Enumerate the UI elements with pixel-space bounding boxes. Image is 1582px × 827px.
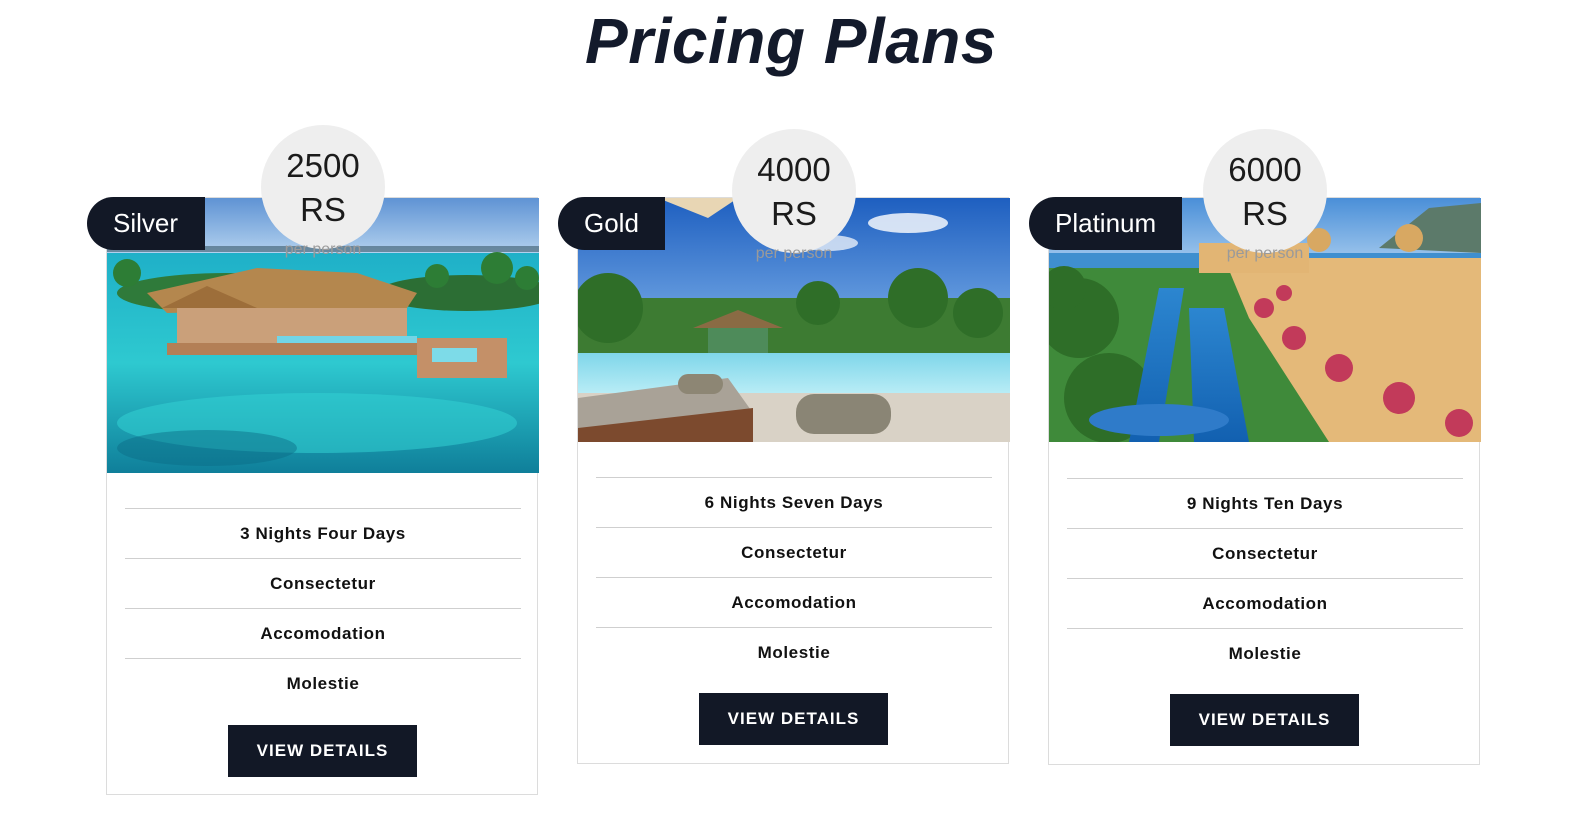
price-currency: RS bbox=[300, 191, 346, 228]
feature-item-duration: 9 Nights Ten Days bbox=[1067, 478, 1463, 528]
pricing-card-gold: 6 Nights Seven Days Consectetur Accomoda… bbox=[577, 197, 1010, 764]
tier-badge-platinum: Platinum bbox=[1029, 197, 1182, 250]
price-note: per person bbox=[755, 245, 833, 262]
view-details-button[interactable]: VIEW DETAILS bbox=[1170, 694, 1359, 746]
price-currency: RS bbox=[771, 195, 817, 232]
pricing-card-silver: 3 Nights Four Days Consectetur Accomodat… bbox=[106, 197, 539, 795]
feature-list: 6 Nights Seven Days Consectetur Accomoda… bbox=[596, 477, 992, 677]
price-note: per person bbox=[1226, 245, 1304, 262]
feature-item: Consectetur bbox=[596, 527, 992, 577]
pricing-card-platinum: 9 Nights Ten Days Consectetur Accomodati… bbox=[1048, 197, 1481, 765]
feature-item: Accomodation bbox=[1067, 578, 1463, 628]
feature-item: Molestie bbox=[596, 627, 992, 677]
view-details-button[interactable]: VIEW DETAILS bbox=[699, 693, 888, 745]
tier-badge-silver: Silver bbox=[87, 197, 205, 250]
feature-list: 9 Nights Ten Days Consectetur Accomodati… bbox=[1067, 478, 1463, 678]
feature-list: 3 Nights Four Days Consectetur Accomodat… bbox=[125, 508, 521, 708]
feature-item: Accomodation bbox=[125, 608, 521, 658]
price-amount: 2500 bbox=[286, 147, 360, 184]
tier-badge-gold: Gold bbox=[558, 197, 665, 250]
price-note: per person bbox=[284, 241, 362, 258]
feature-item: Consectetur bbox=[125, 558, 521, 608]
feature-item: Consectetur bbox=[1067, 528, 1463, 578]
feature-item: Accomodation bbox=[596, 577, 992, 627]
feature-item-duration: 3 Nights Four Days bbox=[125, 508, 521, 558]
feature-item: Molestie bbox=[1067, 628, 1463, 678]
price-amount: 6000 bbox=[1228, 151, 1302, 188]
view-details-button[interactable]: VIEW DETAILS bbox=[228, 725, 417, 777]
price-circle-silver: 2500 RS per person bbox=[261, 125, 385, 258]
price-currency: RS bbox=[1242, 195, 1288, 232]
feature-item: Molestie bbox=[125, 658, 521, 708]
feature-item-duration: 6 Nights Seven Days bbox=[596, 477, 992, 527]
price-circle-platinum: 6000 RS per person bbox=[1203, 129, 1327, 262]
price-circle-gold: 4000 RS per person bbox=[732, 129, 856, 262]
page-title: Pricing Plans bbox=[585, 5, 997, 77]
price-amount: 4000 bbox=[757, 151, 831, 188]
